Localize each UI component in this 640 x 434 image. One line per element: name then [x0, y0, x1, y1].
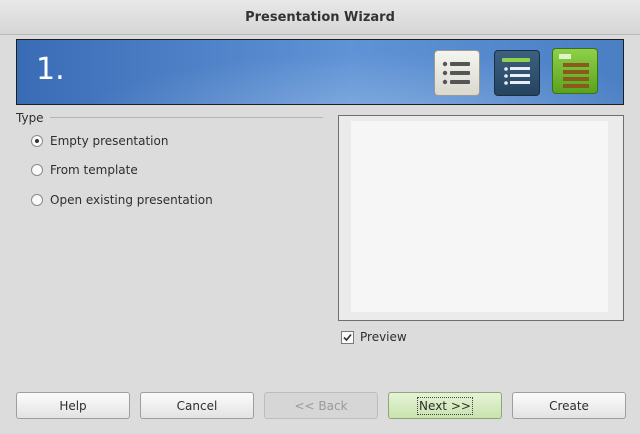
radio-from-template[interactable]: From template	[31, 163, 138, 177]
preview-checkbox[interactable]	[341, 330, 354, 344]
title-bar: Presentation Wizard	[0, 0, 640, 35]
green-list-icon	[552, 48, 598, 94]
radio-label: Open existing presentation	[50, 193, 213, 207]
radio-button-selected[interactable]	[31, 135, 43, 147]
type-group-label: Type	[16, 111, 44, 125]
next-button[interactable]: Next >>	[388, 392, 502, 419]
step-number: 1.	[36, 52, 65, 87]
radio-open-existing[interactable]: Open existing presentation	[31, 193, 213, 207]
create-button-label: Create	[549, 398, 589, 413]
list-icon	[434, 50, 480, 96]
radio-label: From template	[50, 163, 138, 177]
back-button[interactable]: << Back	[264, 392, 378, 419]
preview-pane	[338, 115, 624, 321]
radio-button[interactable]	[31, 164, 43, 176]
cancel-button[interactable]: Cancel	[140, 392, 254, 419]
wizard-banner: 1.	[16, 39, 624, 105]
checkmark-icon	[343, 333, 352, 341]
type-group-separator	[50, 117, 323, 118]
create-button[interactable]: Create	[512, 392, 626, 419]
slide-list-icon	[494, 50, 540, 96]
help-button-label: Help	[59, 398, 87, 413]
window-title: Presentation Wizard	[245, 9, 395, 25]
radio-empty-presentation[interactable]: Empty presentation	[31, 134, 168, 148]
preview-canvas	[351, 121, 608, 312]
cancel-button-label: Cancel	[176, 398, 218, 413]
back-button-label: << Back	[294, 398, 348, 413]
preview-checkbox-label: Preview	[360, 330, 407, 344]
radio-label: Empty presentation	[50, 134, 169, 148]
help-button[interactable]: Help	[16, 392, 130, 419]
radio-button[interactable]	[31, 194, 43, 206]
next-button-label: Next >>	[417, 396, 473, 415]
preview-checkbox-row[interactable]: Preview	[341, 330, 407, 344]
